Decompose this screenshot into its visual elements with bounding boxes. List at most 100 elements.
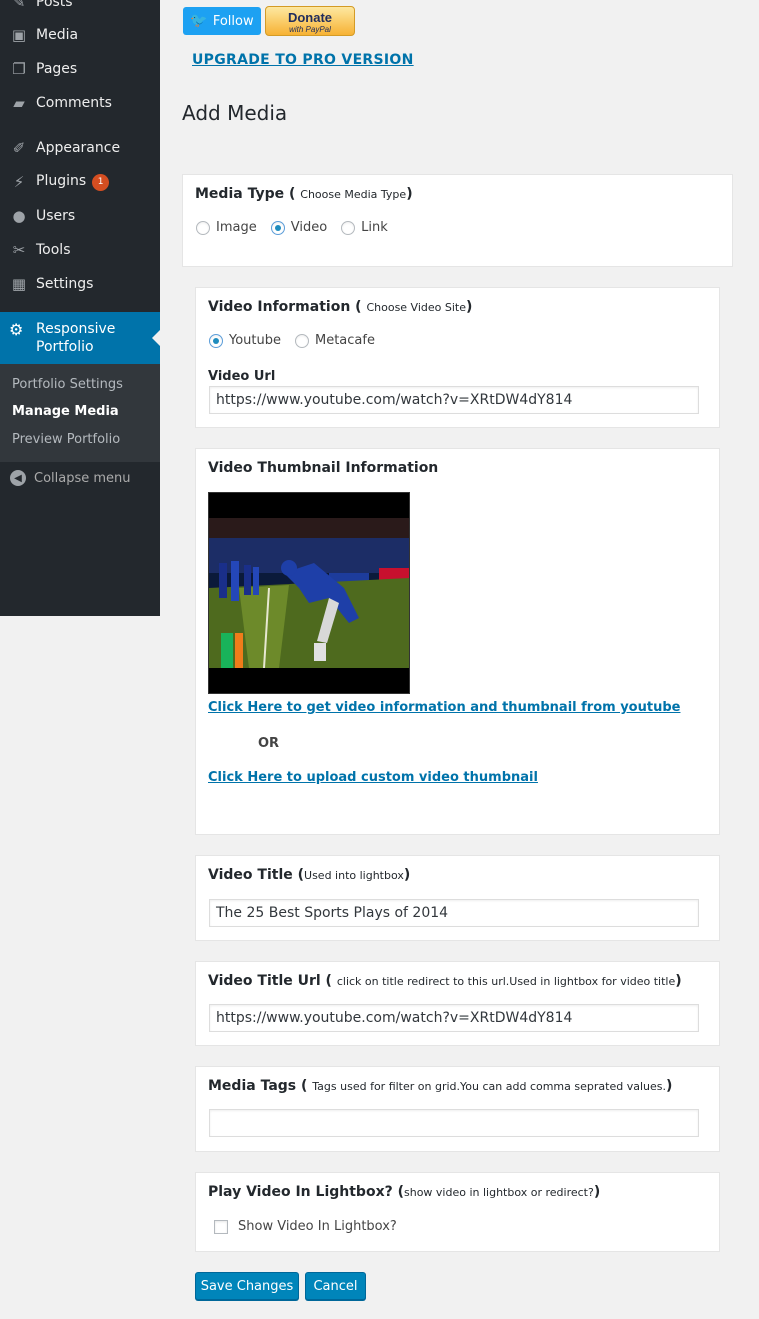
upload-custom-thumbnail-link[interactable]: Click Here to upload custom video thumbn… bbox=[208, 770, 538, 785]
video-title-url-label: Video Title Url ( click on title redirec… bbox=[208, 973, 682, 989]
media-type-options: Image Video Link bbox=[196, 220, 402, 235]
get-youtube-info-link[interactable]: Click Here to get video information and … bbox=[208, 700, 680, 715]
video-site-options: Youtube Metacafe bbox=[209, 333, 389, 348]
video-title-input[interactable]: The 25 Best Sports Plays of 2014 bbox=[209, 899, 699, 927]
user-icon: ● bbox=[12, 207, 26, 225]
collapse-menu-button[interactable]: ◀ Collapse menu bbox=[10, 470, 131, 486]
video-information-panel: Video Information ( Choose Video Site) Y… bbox=[195, 287, 720, 428]
radio-video-label: Video bbox=[290, 220, 328, 235]
lightbox-option: Show Video In Lightbox? bbox=[214, 1219, 397, 1234]
radio-youtube[interactable] bbox=[209, 333, 223, 348]
menu-label: Responsive Portfolio bbox=[36, 321, 116, 355]
collapse-label: Collapse menu bbox=[34, 470, 131, 486]
comments-icon: ▰ bbox=[13, 94, 25, 112]
media-tags-hint: Tags used for filter on grid.You can add… bbox=[312, 1080, 666, 1093]
submenu-manage-media[interactable]: Manage Media bbox=[12, 404, 119, 419]
menu-label: Tools bbox=[36, 242, 71, 258]
menu-item-plugins[interactable]: ⚡ Plugins 1 bbox=[0, 165, 160, 199]
menu-label: Comments bbox=[36, 95, 112, 111]
donate-label: Donate bbox=[287, 10, 333, 25]
radio-video[interactable] bbox=[270, 220, 285, 235]
lightbox-label-text: Play Video In Lightbox? bbox=[208, 1184, 393, 1200]
video-title-url-hint: click on title redirect to this url.Used… bbox=[336, 975, 676, 988]
follow-label: Follow bbox=[212, 13, 254, 29]
media-icon: ▣ bbox=[11, 26, 27, 44]
active-arrow bbox=[152, 330, 160, 346]
media-tags-input[interactable] bbox=[209, 1109, 699, 1137]
radio-link-label: Link bbox=[361, 220, 388, 235]
media-tags-panel: Media Tags ( Tags used for filter on gri… bbox=[195, 1066, 720, 1152]
lightbox-panel: Play Video In Lightbox? (show video in l… bbox=[195, 1172, 720, 1252]
video-title-panel: Video Title (Used into lightbox) The 25 … bbox=[195, 855, 720, 941]
video-thumbnail-panel: Video Thumbnail Information Click Here t… bbox=[195, 448, 720, 835]
radio-metacafe-label: Metacafe bbox=[315, 333, 375, 348]
menu-label: Settings bbox=[36, 276, 94, 292]
menu-label: Pages bbox=[36, 61, 78, 77]
video-title-hint: Used into lightbox bbox=[304, 869, 404, 882]
admin-sidebar: ✎ Posts ▣ Media ❐ Pages ▰ Comments ✐ App… bbox=[0, 0, 160, 616]
media-type-title-text: Media Type bbox=[195, 186, 285, 202]
wrench-icon: ✂ bbox=[12, 241, 26, 259]
lightbox-hint: show video in lightbox or redirect? bbox=[404, 1186, 594, 1199]
twitter-bird-icon: 🐦 bbox=[190, 13, 208, 29]
update-count-badge: 1 bbox=[92, 174, 110, 191]
menu-item-responsive-portfolio[interactable]: ⚙ Responsive Portfolio bbox=[0, 312, 160, 364]
media-type-panel: Media Type ( Choose Media Type) Image Vi… bbox=[182, 174, 733, 267]
menu-item-users[interactable]: ● Users bbox=[0, 199, 160, 233]
gear-icon: ⚙ bbox=[9, 320, 24, 339]
brush-icon: ✐ bbox=[12, 139, 26, 157]
pages-icon: ❐ bbox=[12, 60, 26, 78]
video-thumbnail-image bbox=[208, 492, 410, 694]
menu-item-posts[interactable]: ✎ Posts bbox=[0, 0, 160, 19]
show-in-lightbox-checkbox[interactable] bbox=[214, 1219, 228, 1234]
submenu-preview-portfolio[interactable]: Preview Portfolio bbox=[12, 432, 120, 447]
menu-item-pages[interactable]: ❐ Pages bbox=[0, 52, 160, 86]
media-type-hint: Choose Media Type bbox=[300, 188, 407, 201]
radio-image-label: Image bbox=[216, 220, 257, 235]
menu-label: Posts bbox=[36, 0, 73, 10]
video-url-label: Video Url bbox=[208, 369, 276, 384]
submenu-portfolio-settings[interactable]: Portfolio Settings bbox=[12, 377, 123, 392]
radio-link[interactable] bbox=[341, 220, 356, 235]
video-title-label: Video Title (Used into lightbox) bbox=[208, 867, 411, 883]
menu-label: Appearance bbox=[36, 140, 121, 156]
video-title-label-text: Video Title bbox=[208, 867, 293, 883]
collapse-arrow-icon: ◀ bbox=[10, 470, 26, 486]
page-title: Add Media bbox=[182, 101, 288, 125]
menu-item-settings[interactable]: ▦ Settings bbox=[0, 267, 160, 301]
radio-image[interactable] bbox=[196, 220, 210, 235]
video-thumbnail-title: Video Thumbnail Information bbox=[208, 460, 439, 476]
menu-label: Media bbox=[36, 27, 79, 43]
menu-item-appearance[interactable]: ✐ Appearance bbox=[0, 131, 160, 165]
video-information-hint: Choose Video Site bbox=[366, 301, 466, 314]
menu-label: Users bbox=[36, 208, 76, 224]
radio-metacafe[interactable] bbox=[295, 333, 309, 348]
menu-item-tools[interactable]: ✂ Tools bbox=[0, 233, 160, 267]
show-in-lightbox-label: Show Video In Lightbox? bbox=[238, 1219, 397, 1234]
menu-label: Plugins 1 bbox=[36, 173, 110, 191]
video-title-url-panel: Video Title Url ( click on title redirec… bbox=[195, 961, 720, 1046]
submenu: Portfolio Settings Manage Media Preview … bbox=[0, 364, 160, 462]
radio-youtube-label: Youtube bbox=[229, 333, 281, 348]
twitter-follow-button[interactable]: 🐦 Follow bbox=[183, 7, 261, 35]
lightbox-label: Play Video In Lightbox? (show video in l… bbox=[208, 1184, 601, 1200]
video-url-input[interactable]: https://www.youtube.com/watch?v=XRtDW4dY… bbox=[209, 386, 699, 414]
video-title-url-label-text: Video Title Url bbox=[208, 973, 321, 989]
pin-icon: ✎ bbox=[12, 0, 26, 11]
media-tags-label-text: Media Tags bbox=[208, 1078, 297, 1094]
plugin-icon: ⚡ bbox=[13, 173, 25, 191]
video-information-title-text: Video Information bbox=[208, 299, 351, 315]
menu-item-comments[interactable]: ▰ Comments bbox=[0, 86, 160, 120]
menu-item-media[interactable]: ▣ Media bbox=[0, 18, 160, 52]
menu-label-text: Plugins bbox=[36, 173, 87, 189]
upgrade-pro-link[interactable]: UPGRADE TO PRO VERSION bbox=[192, 52, 414, 68]
settings-icon: ▦ bbox=[11, 275, 27, 293]
video-title-url-input[interactable]: https://www.youtube.com/watch?v=XRtDW4dY… bbox=[209, 1004, 699, 1032]
media-tags-label: Media Tags ( Tags used for filter on gri… bbox=[208, 1078, 673, 1094]
media-type-title: Media Type ( Choose Media Type) bbox=[195, 186, 413, 202]
donate-sub-label: with PayPal bbox=[289, 25, 331, 34]
thumbnail-graphic bbox=[209, 493, 409, 693]
cancel-button[interactable]: Cancel bbox=[305, 1272, 366, 1300]
save-changes-button[interactable]: Save Changes bbox=[195, 1272, 299, 1300]
paypal-donate-button[interactable]: Donate with PayPal bbox=[265, 6, 355, 36]
